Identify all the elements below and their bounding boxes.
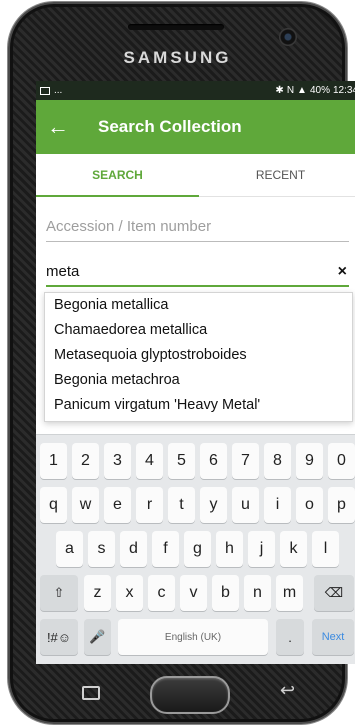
- notification-icon: [40, 86, 50, 95]
- suggestion-list: Begonia metallica Chamaedorea metallica …: [44, 292, 353, 422]
- key-x[interactable]: x: [116, 575, 143, 611]
- key-q[interactable]: q: [40, 487, 67, 523]
- phone-frame: SAMSUNG ... ✱ N ▲ 40% 12:34 ← Search Col…: [8, 2, 355, 724]
- key-y[interactable]: y: [200, 487, 227, 523]
- key-6[interactable]: 6: [200, 443, 227, 479]
- key-t[interactable]: t: [168, 487, 195, 523]
- search-input-value: meta: [46, 263, 80, 280]
- accession-input[interactable]: Accession / Item number: [46, 215, 349, 242]
- search-input[interactable]: meta ×: [46, 261, 349, 287]
- device-brand: SAMSUNG: [123, 48, 232, 67]
- key-f[interactable]: f: [152, 531, 179, 567]
- screen: ... ✱ N ▲ 40% 12:34 ← Search Collection …: [36, 81, 355, 664]
- keyboard-row-numbers: 1 2 3 4 5 6 7 8 9 0: [36, 443, 355, 479]
- key-m[interactable]: m: [276, 575, 303, 611]
- status-time: 12:34: [332, 85, 355, 96]
- key-2[interactable]: 2: [72, 443, 99, 479]
- suggestion-item[interactable]: Metasequoia glyptostroboides: [45, 343, 352, 368]
- key-o[interactable]: o: [296, 487, 323, 523]
- key-n[interactable]: n: [244, 575, 271, 611]
- key-b[interactable]: b: [212, 575, 239, 611]
- key-k[interactable]: k: [280, 531, 307, 567]
- key-u[interactable]: u: [232, 487, 259, 523]
- page-title: Search Collection: [98, 117, 242, 136]
- suggestion-item[interactable]: Chamaedorea metallica: [45, 318, 352, 343]
- key-e[interactable]: e: [104, 487, 131, 523]
- key-d[interactable]: d: [120, 531, 147, 567]
- tab-indicator: [36, 195, 199, 197]
- key-8[interactable]: 8: [264, 443, 291, 479]
- key-z[interactable]: z: [84, 575, 111, 611]
- status-more: ...: [54, 85, 63, 96]
- tab-recent[interactable]: RECENT: [199, 154, 355, 196]
- shift-key-icon[interactable]: ⇧: [40, 575, 78, 611]
- key-9[interactable]: 9: [296, 443, 323, 479]
- battery-level: 40%: [309, 85, 330, 96]
- backspace-key-icon[interactable]: ⌫: [314, 575, 354, 611]
- space-key[interactable]: English (UK): [118, 619, 268, 655]
- key-p[interactable]: p: [328, 487, 355, 523]
- home-button[interactable]: [150, 676, 230, 714]
- key-g[interactable]: g: [184, 531, 211, 567]
- key-r[interactable]: r: [136, 487, 163, 523]
- suggestion-item[interactable]: Begonia metallica: [45, 293, 352, 318]
- tab-bar: SEARCH RECENT: [36, 154, 355, 197]
- hardware-nav-bar: ↩: [8, 666, 347, 724]
- key-4[interactable]: 4: [136, 443, 163, 479]
- period-key[interactable]: .: [276, 619, 304, 655]
- app-bar: ← Search Collection: [36, 100, 355, 154]
- bluetooth-icon: ✱: [275, 85, 284, 96]
- tab-search[interactable]: SEARCH: [36, 154, 199, 196]
- recent-apps-icon[interactable]: [82, 686, 100, 700]
- suggestion-item[interactable]: Panicum virgatum 'Heavy Metal': [45, 393, 352, 418]
- keyboard-row-3: a s d f g h j k l: [36, 531, 355, 567]
- key-c[interactable]: c: [148, 575, 175, 611]
- suggestion-item[interactable]: Begonia metachroa: [45, 368, 352, 393]
- clear-icon[interactable]: ×: [338, 261, 347, 283]
- key-5[interactable]: 5: [168, 443, 195, 479]
- keyboard-row-4: ⇧ z x c v b n m ⌫: [36, 575, 355, 611]
- nfc-icon: N: [286, 85, 295, 96]
- next-key[interactable]: Next: [312, 619, 354, 655]
- microphone-icon[interactable]: 🎤: [84, 619, 111, 655]
- key-3[interactable]: 3: [104, 443, 131, 479]
- key-7[interactable]: 7: [232, 443, 259, 479]
- key-v[interactable]: v: [180, 575, 207, 611]
- key-0[interactable]: 0: [328, 443, 355, 479]
- key-j[interactable]: j: [248, 531, 275, 567]
- front-camera-icon: [279, 28, 297, 46]
- keyboard-row-5: !#☺ 🎤 English (UK) . Next: [36, 619, 355, 655]
- key-1[interactable]: 1: [40, 443, 67, 479]
- soft-keyboard: 1 2 3 4 5 6 7 8 9 0 q w e r t y u i o p …: [36, 434, 355, 664]
- key-a[interactable]: a: [56, 531, 83, 567]
- key-w[interactable]: w: [72, 487, 99, 523]
- back-icon[interactable]: ↩: [280, 680, 295, 701]
- key-s[interactable]: s: [88, 531, 115, 567]
- key-i[interactable]: i: [264, 487, 291, 523]
- back-arrow-icon[interactable]: ←: [36, 114, 80, 140]
- key-h[interactable]: h: [216, 531, 243, 567]
- key-l[interactable]: l: [312, 531, 339, 567]
- status-bar: ... ✱ N ▲ 40% 12:34: [36, 81, 355, 100]
- symbols-key[interactable]: !#☺: [40, 619, 78, 655]
- earpiece-speaker: [128, 24, 224, 30]
- keyboard-row-2: q w e r t y u i o p: [36, 487, 355, 523]
- signal-icon: ▲: [297, 85, 307, 96]
